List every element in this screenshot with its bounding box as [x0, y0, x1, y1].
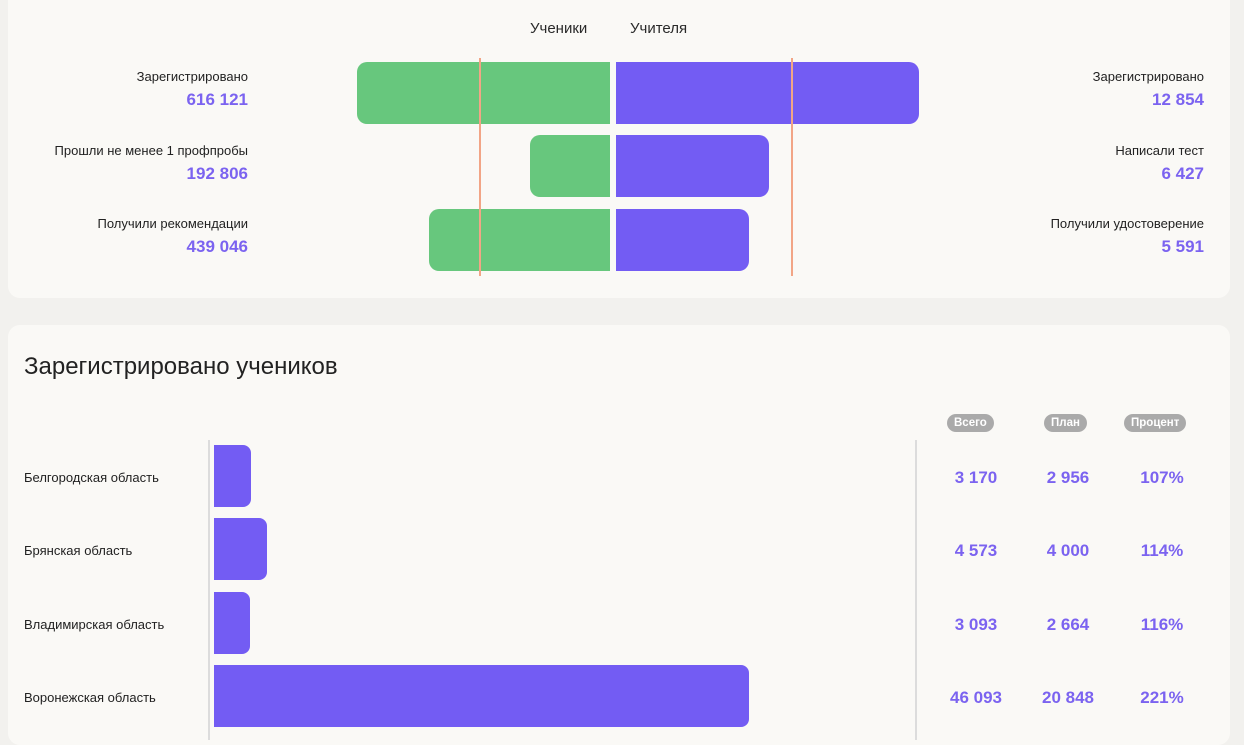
plan-value: 4 000 — [1046, 541, 1090, 560]
region-label: Воронежская область — [24, 690, 156, 705]
region-bar[interactable] — [214, 445, 251, 507]
percent-value: 221% — [1140, 688, 1184, 707]
bar-axis-line — [208, 440, 210, 740]
students-marker-line — [479, 58, 481, 276]
section-title: Зарегистрировано учеников — [24, 353, 338, 380]
region-bar[interactable] — [214, 665, 749, 727]
teachers-test-value: 6 427 — [1161, 164, 1204, 183]
funnel-bar-students-registered[interactable] — [357, 62, 610, 124]
column-header-percent: Процент — [1124, 414, 1187, 432]
region-label: Брянская область — [24, 543, 133, 558]
total-value: 4 573 — [954, 541, 998, 560]
tab-teachers[interactable]: Учителя — [630, 20, 687, 37]
funnel-bar-teachers-registered[interactable] — [616, 62, 919, 124]
teachers-certificate-label: Получили удостоверение — [1050, 216, 1204, 231]
region-bar[interactable] — [214, 592, 250, 654]
column-header-total: Всего — [947, 414, 994, 432]
total-value: 46 093 — [950, 688, 1002, 707]
region-label: Белгородская область — [24, 470, 159, 485]
percent-value: 116% — [1140, 615, 1184, 634]
students-registered-label: Зарегистрировано — [136, 69, 248, 84]
teachers-marker-line — [791, 58, 793, 276]
plan-value: 2 956 — [1046, 468, 1090, 487]
teachers-certificate-value: 5 591 — [1161, 237, 1204, 256]
funnel-bar-teachers-certificate[interactable] — [616, 209, 749, 271]
funnel-bar-students-recommendations[interactable] — [429, 209, 610, 271]
region-bar[interactable] — [214, 518, 267, 580]
funnel-tabs: Ученики Учителя — [8, 20, 1230, 40]
students-trials-value: 192 806 — [186, 164, 248, 183]
tab-students[interactable]: Ученики — [530, 20, 587, 37]
students-recommendations-value: 439 046 — [186, 237, 248, 256]
funnel-bar-students-trials[interactable] — [530, 135, 610, 197]
region-label: Владимирская область — [24, 617, 165, 632]
students-trials-label: Прошли не менее 1 профпробы — [54, 143, 248, 158]
column-header-plan: План — [1044, 414, 1087, 432]
percent-value: 114% — [1140, 541, 1184, 560]
teachers-registered-value: 12 854 — [1152, 90, 1204, 109]
registered-students-card: Зарегистрировано учеников Всего План Про… — [8, 325, 1230, 745]
plan-value: 2 664 — [1046, 615, 1090, 634]
table-divider-line — [915, 440, 917, 740]
plan-value: 20 848 — [1042, 688, 1094, 707]
teachers-registered-label: Зарегистрировано — [1092, 69, 1204, 84]
students-registered-value: 616 121 — [186, 90, 248, 109]
students-recommendations-label: Получили рекомендации — [97, 216, 248, 231]
total-value: 3 170 — [954, 468, 998, 487]
percent-value: 107% — [1140, 468, 1184, 487]
total-value: 3 093 — [954, 615, 998, 634]
funnel-card: Ученики Учителя Зарегистрировано 616 121… — [8, 0, 1230, 298]
funnel-bar-teachers-test[interactable] — [616, 135, 769, 197]
teachers-test-label: Написали тест — [1115, 143, 1204, 158]
